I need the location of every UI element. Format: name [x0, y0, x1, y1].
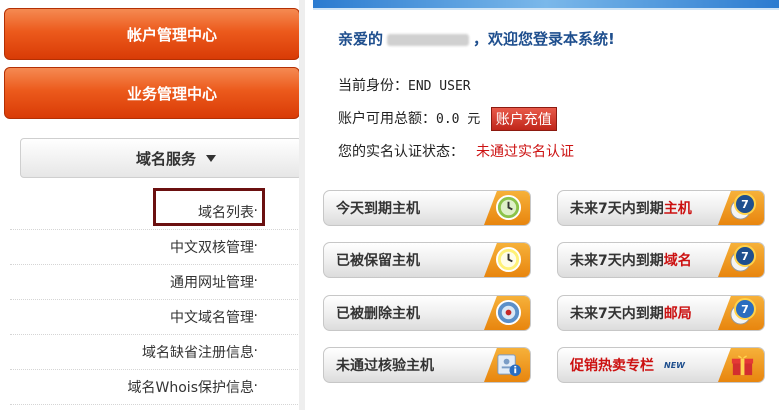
seven-day-mail-prefix: 未来7天内到期 [570, 306, 664, 322]
welcome-message: 亲爱的 ，欢迎您登录本系统! [338, 28, 615, 49]
sidebar-item-label: 域名缺省注册信息 [142, 345, 254, 361]
balance-value: 0.0 元 [436, 112, 481, 127]
balance-line: 账户可用总额：0.0 元 账户充值 [338, 107, 557, 131]
identity-line: 当前身份：END USER [338, 75, 471, 95]
sidebar-item-chinese-dual-core[interactable]: 中文双核管理 [10, 230, 300, 265]
id-card-info-icon [497, 354, 522, 377]
welcome-suffix: ，欢迎您登录本系统! [473, 30, 615, 48]
reserved-host-button[interactable]: 已被保留主机 [323, 242, 531, 278]
sidebar-item-default-registration[interactable]: 域名缺省注册信息 [10, 335, 300, 370]
clock-icon [495, 194, 522, 221]
seven-day-domain-prefix: 未来7天内到期 [570, 253, 664, 269]
balance-label: 账户可用总额： [338, 111, 436, 127]
realname-line: 您的实名认证状态： 未通过实名认证 [338, 141, 574, 161]
reserved-host-label: 已被保留主机 [336, 253, 420, 269]
identity-value: END USER [408, 79, 471, 94]
delete-clock-icon [495, 299, 522, 326]
seven-day-mail-highlight: 邮局 [663, 306, 692, 322]
seven-day-host-prefix: 未来7天内到期 [570, 201, 664, 217]
recharge-button[interactable]: 账户充值 [490, 107, 557, 131]
sidebar-item-label: 中文双核管理 [170, 240, 254, 256]
business-center-label: 业务管理中心 [126, 84, 217, 103]
sidebar-item-label: 通用网址管理 [170, 275, 254, 291]
sidebar-item-label: 域名Whois保护信息 [127, 380, 254, 396]
sidebar-item-chinese-domain[interactable]: 中文域名管理 [10, 300, 300, 335]
today-expire-host-button[interactable]: 今天到期主机 [323, 190, 531, 226]
domain-service-list: 域名列表 中文双核管理 通用网址管理 中文域名管理 域名缺省注册信息 域名Who… [10, 195, 300, 405]
domain-service-label: 域名服务 [135, 149, 196, 168]
sidebar-item-general-url[interactable]: 通用网址管理 [10, 265, 300, 300]
seven-day-badge: 7 [734, 193, 756, 215]
header-stripe [313, 0, 779, 8]
seven-day-expire-host-button[interactable]: 未来7天内到期 主机 7 [557, 190, 765, 226]
seven-day-domain-highlight: 域名 [663, 253, 692, 269]
seven-day-expire-domain-button[interactable]: 未来7天内到期 域名 7 [557, 242, 765, 278]
promo-hot-sale-button[interactable]: 促销热卖专栏 NEW [557, 347, 765, 383]
seven-day-expire-mail-button[interactable]: 未来7天内到期 邮局 7 [557, 295, 765, 331]
seven-day-badge: 7 [734, 245, 756, 267]
header-stripe-line [313, 8, 779, 10]
realname-status[interactable]: 未通过实名认证 [476, 144, 574, 160]
username-redacted [387, 33, 470, 46]
caret-down-icon [206, 154, 216, 162]
promo-label: 促销热卖专栏 [570, 358, 654, 374]
identity-label: 当前身份： [338, 78, 408, 94]
gift-box-icon [731, 355, 754, 376]
realname-label: 您的实名认证状态： [338, 144, 464, 160]
account-center-label: 帐户管理中心 [126, 25, 217, 44]
unverified-host-button[interactable]: 未通过核验主机 [323, 347, 531, 383]
deleted-host-button[interactable]: 已被删除主机 [323, 295, 531, 331]
unverified-host-label: 未通过核验主机 [336, 358, 434, 374]
seven-day-badge: 7 [734, 298, 756, 320]
domain-service-header[interactable]: 域名服务 [20, 138, 302, 178]
sidebar-item-whois-protection[interactable]: 域名Whois保护信息 [10, 370, 300, 405]
deleted-host-label: 已被删除主机 [336, 306, 420, 322]
account-center-button[interactable]: 帐户管理中心 [4, 8, 300, 60]
business-center-button[interactable]: 业务管理中心 [4, 67, 300, 119]
seven-day-host-highlight: 主机 [663, 201, 692, 217]
welcome-prefix: 亲爱的 [338, 30, 384, 48]
today-expire-host-label: 今天到期主机 [336, 201, 420, 217]
clock-icon [495, 246, 522, 273]
sidebar-item-label: 中文域名管理 [170, 310, 254, 326]
new-tag: NEW [664, 360, 685, 370]
selected-item-highlight [153, 188, 265, 226]
